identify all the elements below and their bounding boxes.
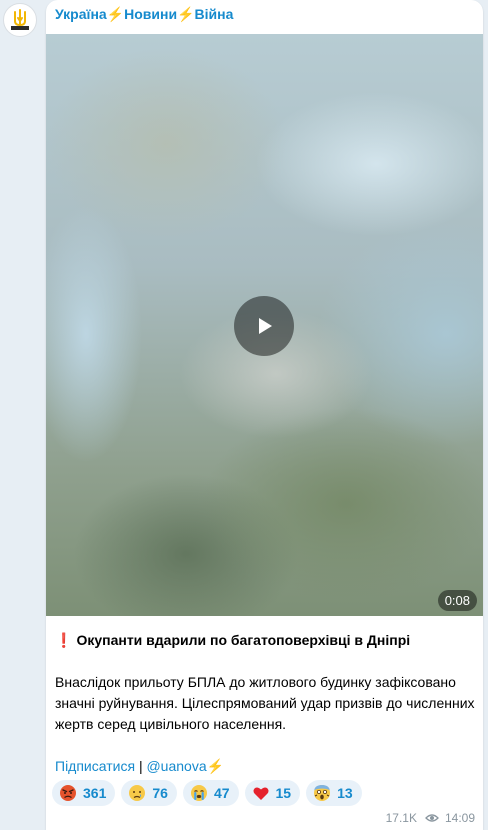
- reaction-count: 13: [337, 785, 353, 801]
- lightning-icon: ⚡: [206, 758, 225, 774]
- subscribe-link[interactable]: Підписатися: [55, 758, 135, 774]
- heart-icon: [252, 784, 270, 802]
- trident-logo-icon: [8, 8, 32, 32]
- reaction-sobbing[interactable]: 47: [182, 780, 239, 806]
- post-links: Підписатися | @uanova⚡: [55, 756, 475, 777]
- message-meta: 17.1K 14:09: [386, 811, 475, 825]
- screaming-face-icon: [313, 784, 331, 802]
- crying-face-icon: [128, 784, 146, 802]
- play-icon: [259, 318, 272, 334]
- video-duration: 0:08: [437, 590, 477, 611]
- post-body: Внаслідок прильоту БПЛА до житлового буд…: [55, 674, 475, 732]
- lightning-icon: ⚡: [106, 6, 125, 22]
- reaction-count: 361: [83, 785, 107, 801]
- channel-handle-link[interactable]: @uanova: [146, 758, 206, 774]
- message-time: 14:09: [444, 811, 475, 825]
- channel-name[interactable]: Україна⚡Новини⚡Війна: [55, 6, 233, 23]
- lightning-icon: ⚡: [177, 6, 195, 22]
- post-headline: ❗ Окупанти вдарили по багатоповерхівці в …: [55, 630, 475, 651]
- channel-name-part2: Новини: [124, 6, 178, 22]
- reaction-angry[interactable]: 361: [52, 780, 116, 806]
- channel-avatar[interactable]: [3, 3, 37, 37]
- reaction-count: 15: [275, 785, 292, 801]
- post-headline-text: Окупанти вдарили по багатоповерхівці в Д…: [76, 632, 411, 648]
- reaction-count: 76: [152, 785, 168, 801]
- reaction-screaming[interactable]: 13: [306, 780, 362, 806]
- play-button[interactable]: [234, 296, 294, 356]
- video-preview[interactable]: 0:08: [46, 34, 483, 616]
- message-bubble: Україна⚡Новини⚡Війна 0:08 ❗ Окупанти вдар…: [46, 0, 483, 830]
- reaction-crying[interactable]: 76: [121, 780, 177, 806]
- reaction-heart[interactable]: 15: [244, 780, 301, 806]
- angry-face-icon: [59, 784, 77, 802]
- eye-icon: [425, 813, 439, 823]
- reactions-bar: 361 76 47 15 13: [52, 780, 362, 806]
- sobbing-face-icon: [190, 784, 208, 802]
- channel-name-part1: Україна: [55, 6, 107, 22]
- exclamation-icon: ❗: [55, 632, 73, 648]
- view-count: 17.1K: [385, 811, 417, 825]
- post-text: ❗ Окупанти вдарили по багатоповерхівці в …: [55, 630, 475, 777]
- reaction-count: 47: [213, 785, 230, 801]
- channel-name-part3: Війна: [194, 6, 234, 22]
- link-separator: |: [138, 758, 143, 774]
